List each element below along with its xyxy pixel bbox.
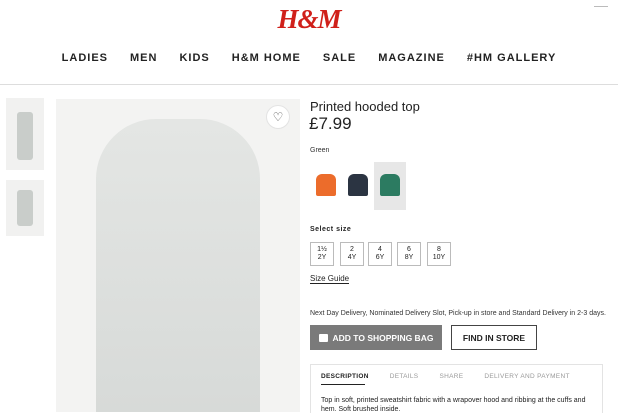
active-tab-indicator xyxy=(321,384,365,385)
size-option-bottom: 10Y xyxy=(432,254,446,261)
color-swatch-orange[interactable] xyxy=(310,162,342,210)
shopping-bag-icon xyxy=(318,333,328,342)
product-image-placeholder xyxy=(56,99,300,412)
nav-item-magazine[interactable]: MAGAZINE xyxy=(378,52,445,64)
size-option[interactable]: 2 4Y xyxy=(340,242,364,266)
size-option-bottom: 2Y xyxy=(317,254,327,261)
size-option-bottom: 6Y xyxy=(375,254,385,261)
find-in-store-button[interactable]: FIND IN STORE xyxy=(451,325,537,350)
size-option-bottom: 4Y xyxy=(347,254,357,261)
description-text: Top in soft, printed sweatshirt fabric w… xyxy=(321,397,586,413)
nav-item-home[interactable]: H&M HOME xyxy=(232,52,301,64)
size-guide-link[interactable]: Size Guide xyxy=(310,274,350,284)
size-option[interactable]: 1½ 2Y xyxy=(310,242,334,266)
nav-item-men[interactable]: MEN xyxy=(130,52,157,64)
nav-item-sale[interactable]: SALE xyxy=(323,52,356,64)
header-divider xyxy=(0,84,618,85)
nav-item-ladies[interactable]: LADIES xyxy=(62,52,108,64)
size-option[interactable]: 6 8Y xyxy=(397,242,421,266)
description-panel: DESCRIPTION DETAILS SHARE DELIVERY AND P… xyxy=(310,364,603,413)
nav-item-gallery[interactable]: #HM GALLERY xyxy=(467,52,556,64)
tab-details[interactable]: DETAILS xyxy=(390,373,419,380)
add-to-bag-label: ADD TO SHOPPING BAG xyxy=(332,332,434,343)
color-swatch-green[interactable] xyxy=(374,162,406,210)
size-option-top: 1½ xyxy=(317,246,327,253)
tab-delivery-payment[interactable]: DELIVERY AND PAYMENT xyxy=(484,373,569,380)
add-to-bag-button[interactable]: ADD TO SHOPPING BAG xyxy=(310,325,442,350)
size-option-bottom: 8Y xyxy=(404,254,414,261)
tab-description[interactable]: DESCRIPTION xyxy=(321,373,369,380)
nav-item-kids[interactable]: KIDS xyxy=(179,52,209,64)
size-option-top: 4 xyxy=(378,246,382,253)
delivery-info: Next Day Delivery, Nominated Delivery Sl… xyxy=(310,310,606,317)
size-option[interactable]: 8 10Y xyxy=(427,242,451,266)
product-thumbnail[interactable] xyxy=(6,180,44,236)
description-tabs: DESCRIPTION DETAILS SHARE DELIVERY AND P… xyxy=(321,373,570,380)
size-label: Select size xyxy=(310,226,352,233)
favorite-heart-icon[interactable]: ♡ xyxy=(266,105,290,129)
product-thumbnail[interactable] xyxy=(6,98,44,170)
size-option-top: 8 xyxy=(437,246,441,253)
product-title: Printed hooded top xyxy=(310,99,420,114)
color-swatch-navy[interactable] xyxy=(342,162,374,210)
main-nav: LADIES MEN KIDS H&M HOME SALE MAGAZINE #… xyxy=(0,52,618,64)
size-option[interactable]: 4 6Y xyxy=(368,242,392,266)
brand-logo[interactable]: H&M xyxy=(0,4,618,35)
color-label: Green xyxy=(310,147,330,154)
tab-share[interactable]: SHARE xyxy=(439,373,463,380)
size-option-top: 2 xyxy=(350,246,354,253)
product-price: £7.99 xyxy=(309,114,352,133)
size-option-top: 6 xyxy=(407,246,411,253)
